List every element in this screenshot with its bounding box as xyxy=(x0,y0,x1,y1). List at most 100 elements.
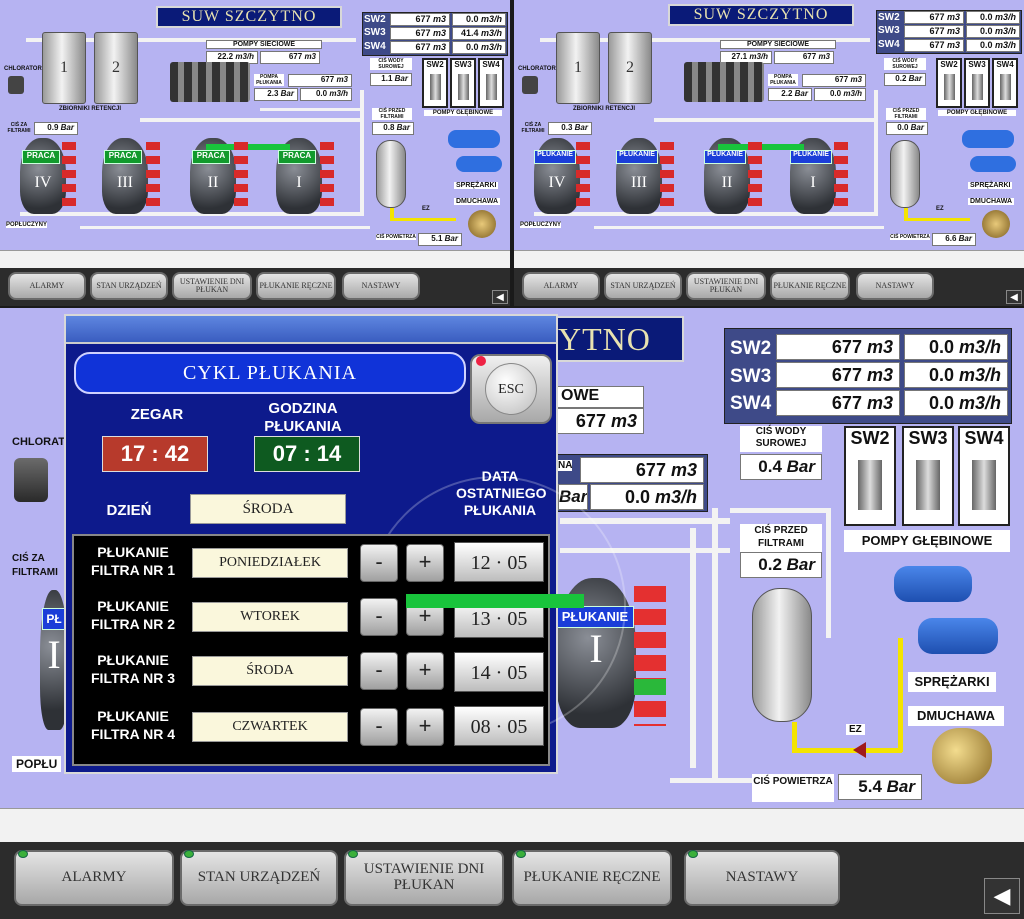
pipe xyxy=(690,528,696,768)
filter-4-label: PŁUKANIE FILTRA NR 4 xyxy=(91,708,175,742)
stan-urzadzen-button[interactable]: STAN URZĄDZEŃ xyxy=(180,850,338,906)
filter-1-plus-button[interactable]: + xyxy=(406,544,444,582)
dialog-titlebar[interactable] xyxy=(66,316,556,344)
plukanie-reczne-button[interactable]: PŁUKANIE RĘCZNE xyxy=(256,272,336,300)
cis-pow-value: 5.4 Bar xyxy=(838,774,922,800)
compressor-icon xyxy=(918,618,998,654)
filter-3-minus-button[interactable]: - xyxy=(360,652,398,690)
pipe xyxy=(874,90,878,216)
filter-3-last-date: 14 · 05 xyxy=(454,652,544,692)
cis-za-filtr-label: CIŚ ZA FILTRAMI xyxy=(521,122,545,134)
ustawienie-dni-button[interactable]: USTAWIENIE DNI PŁUKAN xyxy=(172,272,252,300)
status-led xyxy=(688,850,698,858)
ustawienie-dni-button[interactable]: USTAWIENIE DNI PŁUKAN xyxy=(686,272,766,300)
poplu-label: POPŁU xyxy=(12,756,62,772)
filter-4-minus-button[interactable]: - xyxy=(360,708,398,746)
sw2-vol: 677 m3 xyxy=(776,334,900,360)
nastawy-button[interactable]: NASTAWY xyxy=(684,850,840,906)
godzina-plukania-input[interactable]: 07 : 14 xyxy=(254,436,360,472)
status-led xyxy=(516,850,526,858)
sw2-flow: 0.0 m3/h xyxy=(452,13,506,26)
status-strip xyxy=(0,250,510,268)
valve-column xyxy=(660,142,674,212)
cis-przed-value: 0.2 Bar xyxy=(740,552,822,578)
sw3-vol: 677 m3 xyxy=(904,25,964,38)
sw4-pump[interactable]: SW4 xyxy=(958,426,1010,526)
sw3-flow: 0.0 m3/h xyxy=(966,25,1020,38)
pompy-glebinowe-label: POMPY GŁĘBINOWE xyxy=(424,110,502,116)
retention-tank-1: 1 xyxy=(556,32,600,104)
filter-schedule-table: PŁUKANIE FILTRA NR 1 PONIEDZIAŁEK - + 12… xyxy=(72,534,550,766)
stan-urzadzen-button[interactable]: STAN URZĄDZEŃ xyxy=(90,272,168,300)
compressor-icon xyxy=(970,156,1016,172)
filter-1-label: PŁUKANIE FILTRA NR 1 xyxy=(91,544,175,578)
sw4-pump[interactable]: SW4 xyxy=(992,58,1018,108)
alarmy-button[interactable]: ALARMY xyxy=(8,272,86,300)
cis-przed-value: 0.0 Bar xyxy=(886,122,928,135)
air-pipe xyxy=(904,218,970,221)
stan-urzadzen-button[interactable]: STAN URZĄDZEŃ xyxy=(604,272,682,300)
sw2-pump[interactable]: SW2 xyxy=(936,58,962,108)
sw2-pump[interactable]: SW2 xyxy=(422,58,448,108)
sw4-flow: 0.0 m3/h xyxy=(452,41,506,54)
sw3-pump[interactable]: SW3 xyxy=(902,426,954,526)
sw3-label: SW3 xyxy=(878,25,900,36)
status-strip xyxy=(0,808,1024,842)
air-pipe xyxy=(390,218,456,221)
sw4-vol: 677 m3 xyxy=(776,390,900,416)
sw2-pump[interactable]: SW2 xyxy=(844,426,896,526)
data-ostatniego-label: DATA OSTATNIEGO PŁUKANIA xyxy=(456,468,547,518)
arrow-left-icon[interactable]: ◀ xyxy=(984,878,1020,914)
pompa-plukania-vol: 677 m3 xyxy=(580,457,704,483)
sw2-flow: 0.0 m3/h xyxy=(904,334,1008,360)
sw4-flow: 0.0 m3/h xyxy=(966,39,1020,52)
pompa-plukania-pressure: 2.3 Bar xyxy=(254,88,298,101)
filter-status-badge: PRACA xyxy=(104,150,142,164)
poplu-label: POPŁUCZYNY xyxy=(520,222,562,228)
cis-wody-value: 0.4 Bar xyxy=(740,454,822,480)
plukanie-reczne-button[interactable]: PŁUKANIE RĘCZNE xyxy=(770,272,850,300)
chlorator-icon xyxy=(14,458,48,502)
sw4-pump[interactable]: SW4 xyxy=(478,58,504,108)
scada-screen: SUW SZCZYTNO SW2 677 m3 0.0 m3/h SW3 677… xyxy=(514,0,1024,268)
filter-1-minus-button[interactable]: - xyxy=(360,544,398,582)
dmuchawa-label: DMUCHAWA xyxy=(968,198,1014,205)
sw3-label: SW3 xyxy=(730,366,772,387)
ustawienie-dni-button[interactable]: USTAWIENIE DNI PŁUKAN xyxy=(344,850,504,906)
pompy-label-fragment: OWE xyxy=(556,386,644,408)
cis-za-filtr-value: 0.9 Bar xyxy=(34,122,78,135)
sw3-pump[interactable]: SW3 xyxy=(964,58,990,108)
alarmy-button[interactable]: ALARMY xyxy=(522,272,600,300)
sw4-label: SW4 xyxy=(730,393,772,414)
filter-2-minus-button[interactable]: - xyxy=(360,598,398,636)
chlorator-label: CHLORATOR xyxy=(4,66,42,72)
pressure-vessel xyxy=(752,588,812,722)
pompa-plukania-flow: 0.0 m3/h xyxy=(590,484,704,510)
compressor-icon xyxy=(448,130,500,148)
retention-tank-1: 1 xyxy=(42,32,86,104)
arrow-left-icon[interactable]: ◀ xyxy=(1006,290,1022,304)
filter-status-badge: PŁUKANIE xyxy=(704,150,746,164)
chlorator-icon xyxy=(522,76,538,94)
compressor-icon xyxy=(456,156,502,172)
ez-label: EZ xyxy=(422,206,430,212)
alarmy-button[interactable]: ALARMY xyxy=(14,850,174,906)
filter-3-plus-button[interactable]: + xyxy=(406,652,444,690)
plukanie-reczne-button[interactable]: PŁUKANIE RĘCZNE xyxy=(512,850,672,906)
status-strip xyxy=(514,250,1024,268)
nastawy-button[interactable]: NASTAWY xyxy=(856,272,934,300)
filter-status-badge: PRACA xyxy=(192,150,230,164)
dialog-title: CYKL PŁUKANIA xyxy=(74,352,466,394)
pipe xyxy=(712,508,718,778)
nastawy-button[interactable]: NASTAWY xyxy=(342,272,420,300)
panel-top-left: SUW SZCZYTNO SW2 677 m3 0.0 m3/h SW3 677… xyxy=(0,0,510,306)
sw3-pump[interactable]: SW3 xyxy=(450,58,476,108)
sw2-flow: 0.0 m3/h xyxy=(966,11,1020,24)
cis-pow-label: CIŚ POWIETRZA xyxy=(752,774,834,802)
pompa-plukania-vol: 677 m3 xyxy=(802,74,866,87)
pressure-vessel xyxy=(376,140,406,208)
filter-4-plus-button[interactable]: + xyxy=(406,708,444,746)
arrow-left-icon[interactable]: ◀ xyxy=(492,290,508,304)
pipe xyxy=(730,508,830,513)
pipe xyxy=(260,108,360,111)
